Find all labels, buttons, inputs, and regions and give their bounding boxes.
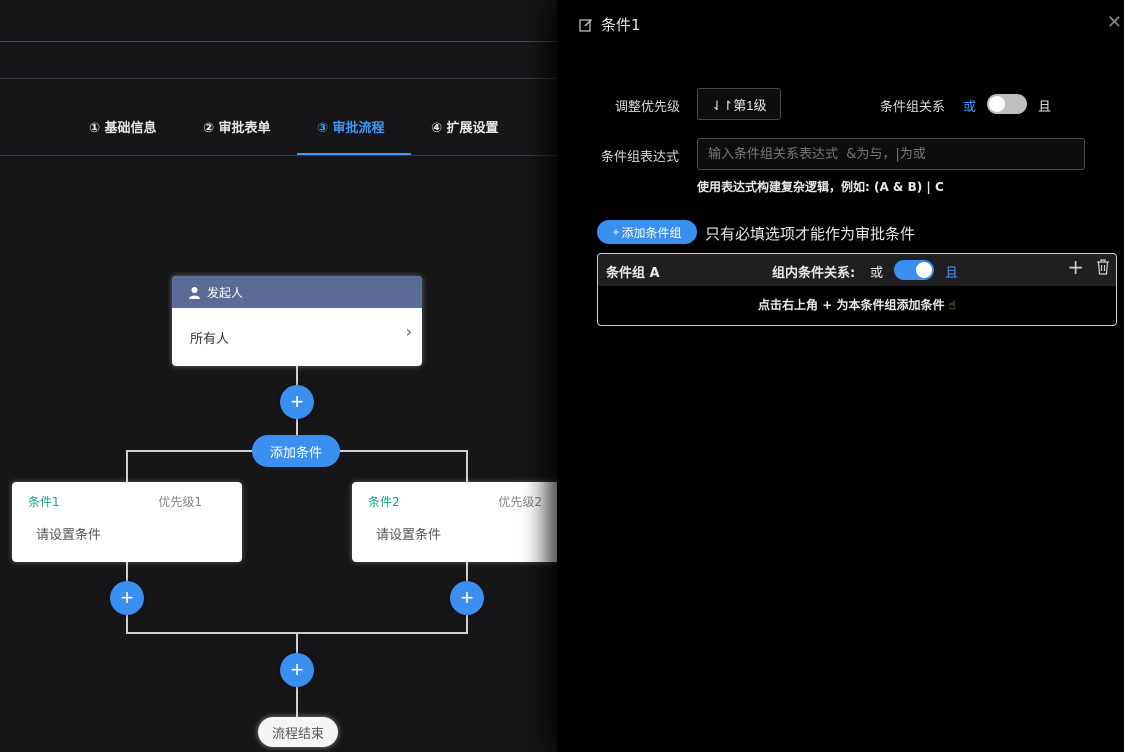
condition-drawer: 条件1 ✕ 调整优先级 ⇃↾第1级 条件组关系 或 且 条件组表达式 使用表达式… bbox=[557, 0, 1124, 752]
toggle-knob bbox=[989, 96, 1005, 112]
condition-placeholder: 请设置条件 bbox=[376, 528, 442, 543]
inner-relation-and: 且 bbox=[945, 266, 959, 281]
condition-priority: 优先级2 bbox=[498, 495, 542, 509]
connector bbox=[126, 450, 128, 482]
step-approval-form[interactable]: ② 审批表单 bbox=[203, 117, 271, 136]
relation-or: 或 bbox=[963, 100, 977, 115]
step-approval-flow[interactable]: ③ 审批流程 bbox=[317, 117, 385, 136]
add-group-button[interactable]: + 添加条件组 bbox=[597, 220, 697, 244]
relation-label: 条件组关系 bbox=[880, 100, 946, 115]
divider bbox=[0, 78, 557, 79]
start-node-value: 所有人 bbox=[190, 331, 230, 347]
flow-canvas: ① 基础信息 ② 审批表单 ③ 审批流程 ④ 扩展设置 发起人 所有人 › + … bbox=[0, 0, 560, 752]
step-extended-settings[interactable]: ④ 扩展设置 bbox=[431, 117, 499, 136]
divider bbox=[0, 155, 557, 156]
chevron-right-icon: › bbox=[405, 322, 412, 341]
group-empty-hint: 点击右上角 + 为本条件组添加条件 ☝ bbox=[598, 296, 1116, 313]
start-node[interactable]: 发起人 所有人 › bbox=[172, 276, 422, 366]
drawer-header: 条件1 bbox=[579, 14, 641, 35]
divider bbox=[0, 41, 557, 42]
add-node-button[interactable]: + bbox=[280, 653, 314, 687]
app-root: ① 基础信息 ② 审批表单 ③ 审批流程 ④ 扩展设置 发起人 所有人 › + … bbox=[0, 0, 1124, 752]
plus-icon: + bbox=[290, 389, 304, 414]
plus-icon: + bbox=[612, 225, 620, 239]
edit-icon[interactable] bbox=[579, 18, 593, 32]
add-condition-plus-icon[interactable]: + bbox=[1067, 257, 1084, 277]
condition-placeholder: 请设置条件 bbox=[36, 528, 102, 543]
expression-input[interactable] bbox=[697, 138, 1085, 170]
add-node-button[interactable]: + bbox=[110, 581, 144, 615]
relation-and: 且 bbox=[1038, 100, 1052, 115]
plus-icon: + bbox=[460, 585, 474, 610]
priority-select[interactable]: ⇃↾第1级 bbox=[697, 88, 781, 120]
expression-label: 条件组表达式 bbox=[601, 150, 680, 165]
close-icon[interactable]: ✕ bbox=[1107, 12, 1122, 33]
add-group-label: 添加条件组 bbox=[621, 225, 682, 240]
group-name: 条件组 A bbox=[606, 266, 660, 281]
end-node: 流程结束 bbox=[258, 717, 338, 747]
start-node-header: 发起人 bbox=[172, 276, 422, 308]
add-group-note: 只有必填选项才能作为审批条件 bbox=[705, 225, 916, 243]
pointing-hand-icon: ☝ bbox=[948, 298, 956, 312]
add-condition-button[interactable]: 添加条件 bbox=[252, 435, 340, 467]
group-empty-text: 点击右上角 + 为本条件组添加条件 bbox=[758, 298, 945, 312]
inner-relation-label: 组内条件关系: bbox=[772, 266, 856, 281]
connector bbox=[466, 450, 468, 482]
toggle-knob bbox=[916, 262, 932, 278]
plus-icon: + bbox=[120, 585, 134, 610]
condition-node[interactable]: 条件2 优先级2 请设置条件 bbox=[352, 482, 560, 562]
inner-relation-or: 或 bbox=[870, 266, 884, 281]
trash-icon[interactable] bbox=[1096, 259, 1110, 275]
condition-group: 条件组 A 组内条件关系: 或 且 + 点击右上角 + 为本条件组添加条件 ☝ bbox=[597, 253, 1117, 326]
priority-label: 调整优先级 bbox=[615, 100, 681, 115]
drawer-title: 条件1 bbox=[601, 16, 641, 34]
condition-group-header: 条件组 A 组内条件关系: 或 且 + bbox=[598, 254, 1116, 286]
start-node-title: 发起人 bbox=[207, 285, 244, 300]
inner-relation-toggle[interactable] bbox=[894, 260, 934, 280]
user-icon bbox=[189, 286, 200, 299]
condition-name: 条件2 bbox=[368, 495, 400, 509]
start-node-body: 所有人 › bbox=[172, 308, 422, 366]
condition-name: 条件1 bbox=[28, 495, 60, 509]
expression-hint: 使用表达式构建复杂逻辑，例如: (A & B) | C bbox=[697, 180, 944, 194]
add-node-button[interactable]: + bbox=[450, 581, 484, 615]
plus-icon: + bbox=[290, 657, 304, 682]
condition-priority: 优先级1 bbox=[158, 495, 202, 509]
add-node-button[interactable]: + bbox=[280, 385, 314, 419]
condition-node[interactable]: 条件1 优先级1 请设置条件 bbox=[12, 482, 242, 562]
step-basic-info[interactable]: ① 基础信息 bbox=[89, 117, 157, 136]
relation-toggle[interactable] bbox=[987, 94, 1027, 114]
